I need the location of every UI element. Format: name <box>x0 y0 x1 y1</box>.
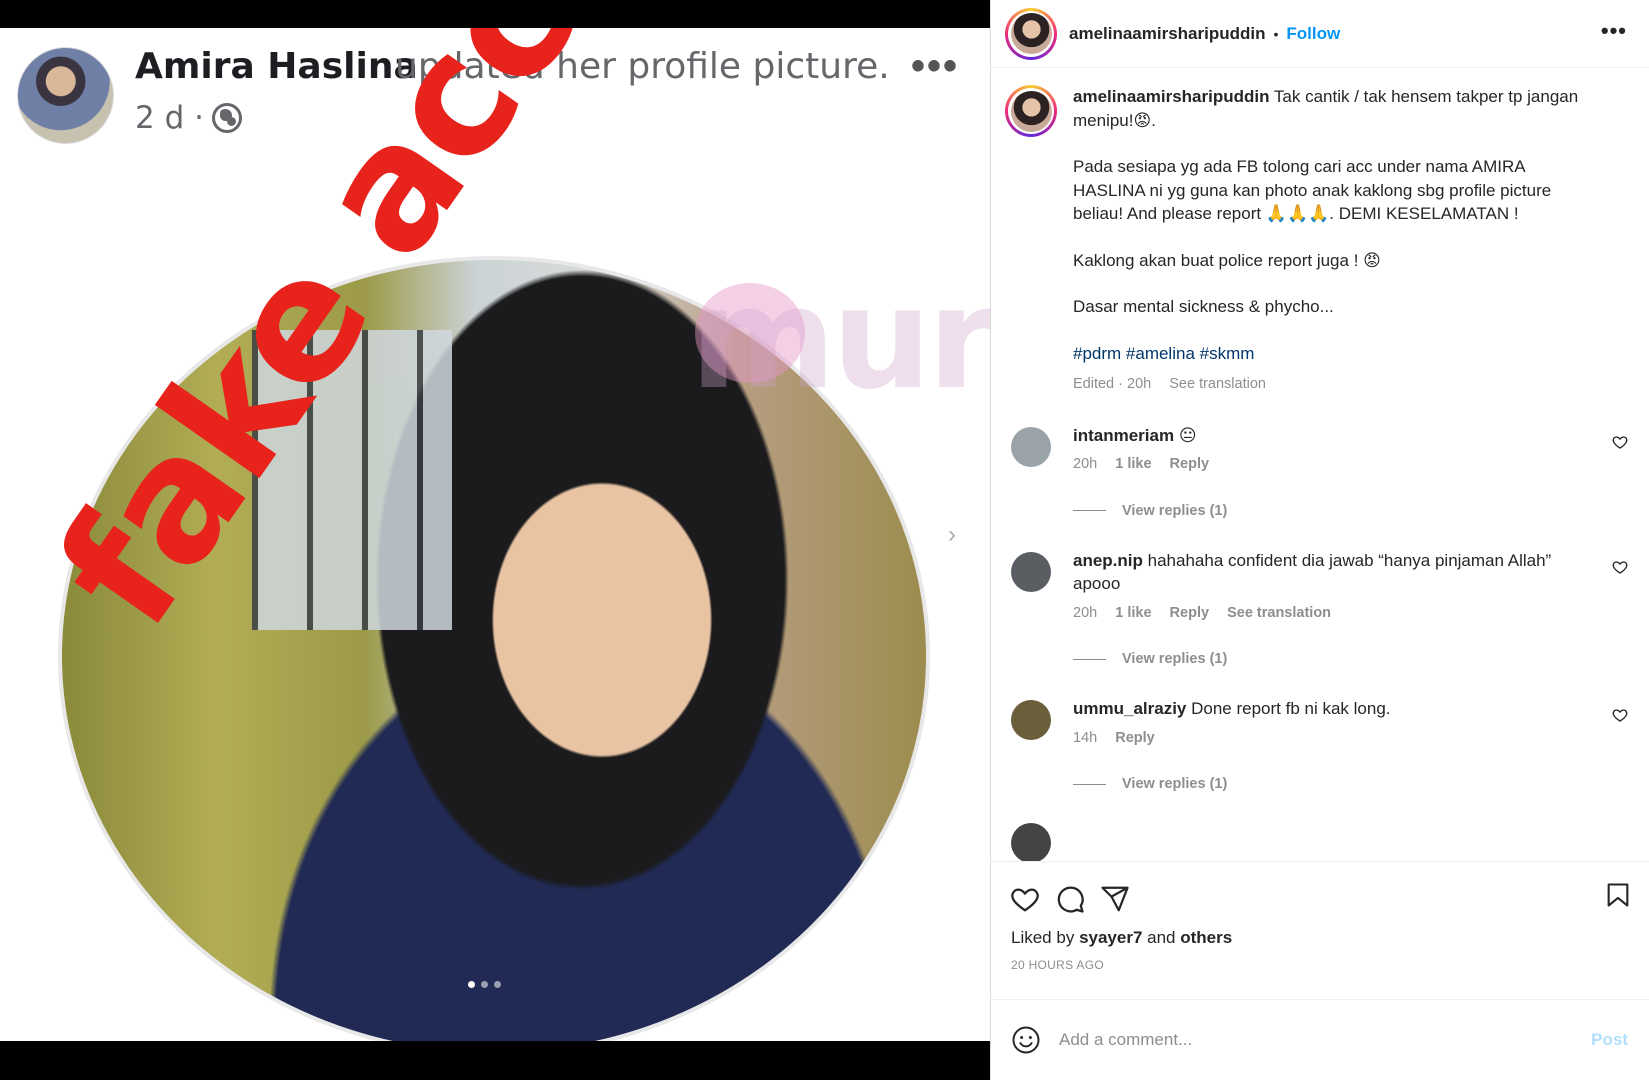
caption-paragraph: Kaklong akan buat police report juga ! 😡 <box>1073 250 1381 270</box>
add-comment-bar: Post <box>991 999 1649 1080</box>
replies-line <box>1073 783 1106 785</box>
view-replies-button[interactable]: View replies (1) <box>1073 651 1649 667</box>
fb-timestamp: 2 d · <box>135 100 242 136</box>
caption-meta: Edited · 20h See translation <box>1073 373 1583 397</box>
globe-icon <box>211 103 242 133</box>
liked-and: and <box>1147 928 1176 947</box>
see-translation-link[interactable]: See translation <box>1227 605 1331 621</box>
comment-item: anep.nip hahahaha confident dia jawab “h… <box>991 549 1649 626</box>
replies-line <box>1073 658 1106 660</box>
see-translation-link[interactable]: See translation <box>1169 376 1266 392</box>
emoji-smiley-icon[interactable] <box>1011 1025 1041 1055</box>
commenter-username[interactable]: intanmeriam <box>1073 426 1174 445</box>
author-username[interactable]: amelinaamirsharipuddin <box>1069 24 1266 44</box>
comment-meta: 14h Reply <box>1073 727 1583 751</box>
view-replies-label: View replies (1) <box>1122 776 1228 792</box>
liked-others-link[interactable]: others <box>1180 928 1232 947</box>
more-options-icon[interactable]: ••• <box>1601 18 1627 44</box>
view-replies-button[interactable]: View replies (1) <box>1073 776 1649 792</box>
view-replies-label: View replies (1) <box>1122 651 1228 667</box>
edited-timestamp: Edited · 20h <box>1073 376 1152 392</box>
commenter-avatar[interactable] <box>1011 700 1051 740</box>
likes-summary: Liked by syayer7 and others <box>1011 928 1649 948</box>
comment-item: ummu_alraziy Done report fb ni kak long.… <box>991 697 1649 750</box>
comment-body: intanmeriam 😐 20h 1 like Reply <box>1073 424 1583 477</box>
comment-reply-button[interactable]: Reply <box>1115 730 1155 746</box>
comment-item: intanmeriam 😐 20h 1 like Reply <box>991 424 1649 477</box>
comment-input[interactable] <box>1059 1030 1592 1050</box>
comment-reply-button[interactable]: Reply <box>1170 605 1210 621</box>
post-caption: amelinaamirsharipuddin Tak cantik / tak … <box>991 69 1649 397</box>
story-ring[interactable] <box>1005 85 1057 137</box>
save-bookmark-icon[interactable] <box>1604 880 1632 910</box>
comment-body: anep.nip hahahaha confident dia jawab “h… <box>1073 549 1583 626</box>
commenter-username[interactable]: ummu_alraziy <box>1073 699 1186 718</box>
caption-username[interactable]: amelinaamirsharipuddin <box>1073 87 1270 106</box>
carousel-dot <box>494 981 501 988</box>
caption-paragraph: Dasar mental sickness & phycho... <box>1073 297 1334 316</box>
caption-body: amelinaamirsharipuddin Tak cantik / tak … <box>1073 85 1583 397</box>
post-timestamp[interactable]: 20 HOURS AGO <box>1011 958 1649 972</box>
comment-time[interactable]: 14h <box>1073 730 1097 746</box>
comment-text: 😐 <box>1178 425 1197 445</box>
liked-by-prefix: Liked by <box>1011 928 1075 947</box>
comment-meta: 20h 1 like Reply <box>1073 453 1583 477</box>
fb-profile-avatar <box>17 47 114 144</box>
share-send-icon[interactable] <box>1100 884 1130 914</box>
commenter-avatar[interactable] <box>1011 426 1051 467</box>
comment-body: ummu_alraziy Done report fb ni kak long.… <box>1073 697 1583 750</box>
carousel-dot <box>481 981 488 988</box>
like-comment-heart-icon[interactable] <box>1612 434 1628 450</box>
action-icons <box>991 862 1649 920</box>
view-replies-label: View replies (1) <box>1122 502 1228 519</box>
facebook-screenshot: Amira Haslina updated her profile pictur… <box>0 28 1000 1041</box>
like-heart-icon[interactable] <box>1010 884 1040 914</box>
caption-hashtags[interactable]: #pdrm #amelina #skmm <box>1073 342 1583 366</box>
post-actions: Liked by syayer7 and others 20 HOURS AGO <box>991 861 1649 999</box>
comment-bubble-icon[interactable] <box>1055 884 1085 914</box>
carousel-dot <box>468 981 475 988</box>
post-comment-button[interactable]: Post <box>1591 1030 1628 1050</box>
replies-line <box>1073 510 1106 511</box>
liked-by-user[interactable]: syayer7 <box>1079 928 1142 947</box>
comment-time[interactable]: 20h <box>1073 605 1097 621</box>
comment-likes[interactable]: 1 like <box>1115 456 1151 472</box>
post-details-panel: amelinaamirsharipuddin • Follow ••• amel… <box>990 0 1649 1080</box>
carousel-indicator <box>468 981 501 988</box>
like-comment-heart-icon[interactable] <box>1612 559 1628 575</box>
commenter-avatar[interactable] <box>1011 823 1051 861</box>
comment-item-partial <box>991 820 1649 861</box>
fb-more-icon: ••• <box>911 44 960 88</box>
fb-time-text: 2 d · <box>135 100 204 136</box>
caption-paragraph: Pada sesiapa yg ada FB tolong cari acc u… <box>1073 157 1552 223</box>
commenter-username[interactable]: anep.nip <box>1073 551 1143 570</box>
like-comment-heart-icon[interactable] <box>1612 707 1628 723</box>
post-media: Amira Haslina updated her profile pictur… <box>0 0 1000 1080</box>
commenter-avatar[interactable] <box>1011 551 1051 592</box>
comment-likes[interactable]: 1 like <box>1115 605 1151 621</box>
comment-time[interactable]: 20h <box>1073 456 1097 472</box>
comment-text: Done report fb ni kak long. <box>1191 699 1391 718</box>
watermark-text: muroi <box>690 258 1000 421</box>
comments-scroll-area[interactable]: amelinaamirsharipuddin Tak cantik / tak … <box>991 69 1649 861</box>
comment-text: hahahaha confident dia jawab “hanya pinj… <box>1073 550 1552 594</box>
header-separator: • <box>1273 25 1279 42</box>
view-replies-button[interactable]: View replies (1) <box>1073 503 1649 519</box>
comment-reply-button[interactable]: Reply <box>1170 456 1210 472</box>
author-avatar[interactable] <box>1010 13 1052 54</box>
comment-meta: 20h 1 like Reply See translation <box>1073 602 1583 626</box>
follow-button[interactable]: Follow <box>1286 24 1340 44</box>
carousel-next-button[interactable]: › <box>936 520 968 552</box>
post-header: amelinaamirsharipuddin • Follow ••• <box>991 0 1649 68</box>
story-ring[interactable] <box>1005 7 1057 60</box>
caption-author-avatar[interactable] <box>1010 90 1052 132</box>
